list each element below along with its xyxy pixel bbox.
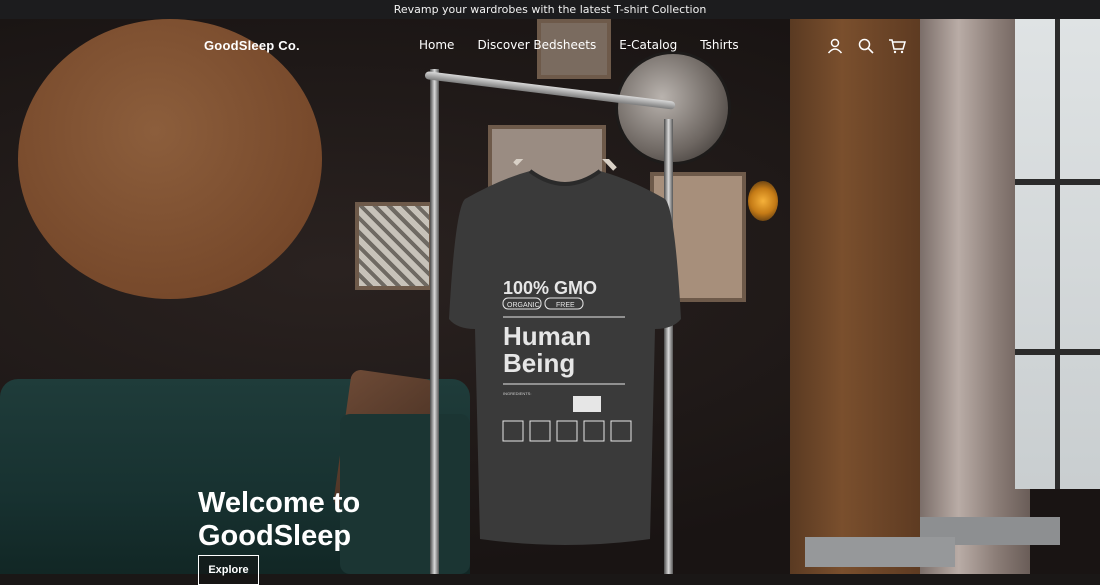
nav-tshirts[interactable]: Tshirts [700, 38, 738, 52]
hero-title-line1: Welcome to [198, 487, 361, 519]
account-icon[interactable] [826, 37, 844, 55]
tshirt-badge-left: ORGANIC [507, 302, 540, 309]
site-header: GoodSleep Co. Home Discover Bedsheets E-… [0, 19, 1100, 71]
cart-icon[interactable] [888, 37, 906, 55]
wall-frame [355, 202, 433, 290]
tshirt-headline: 100% GMO [503, 278, 597, 298]
hero-background: 100% GMO ORGANIC FREE Human Being INGRED… [0, 19, 1100, 574]
search-icon[interactable] [857, 37, 875, 55]
tshirt-image: 100% GMO ORGANIC FREE Human Being INGRED… [449, 159, 681, 545]
hero-title-line2: GoodSleep [198, 520, 352, 552]
side-table [805, 537, 955, 567]
tshirt-big-text-2: Being [503, 348, 575, 378]
lamp-bulb [748, 181, 778, 221]
tshirt-badge-right: FREE [556, 302, 575, 309]
curtain [920, 19, 1030, 574]
announcement-bar: Revamp your wardrobes with the latest T-… [0, 0, 1100, 19]
tshirt-big-text-1: Human [503, 321, 591, 351]
explore-button[interactable]: Explore [198, 555, 259, 585]
main-nav: Home Discover Bedsheets E-Catalog Tshirt… [419, 38, 762, 52]
site-logo[interactable]: GoodSleep Co. [204, 38, 300, 53]
wood-panel [790, 19, 920, 574]
tshirt-ingredients-label: INGREDIENTS: [503, 391, 531, 396]
nav-home[interactable]: Home [419, 38, 454, 52]
hero-heading: Welcome to GoodSleep [198, 487, 360, 553]
announcement-text: Revamp your wardrobes with the latest T-… [393, 3, 707, 16]
nav-e-catalog[interactable]: E-Catalog [619, 38, 677, 52]
header-icons [826, 37, 906, 55]
window [1015, 19, 1100, 489]
nav-discover-bedsheets[interactable]: Discover Bedsheets [477, 38, 596, 52]
rack-pole-left [430, 69, 439, 574]
